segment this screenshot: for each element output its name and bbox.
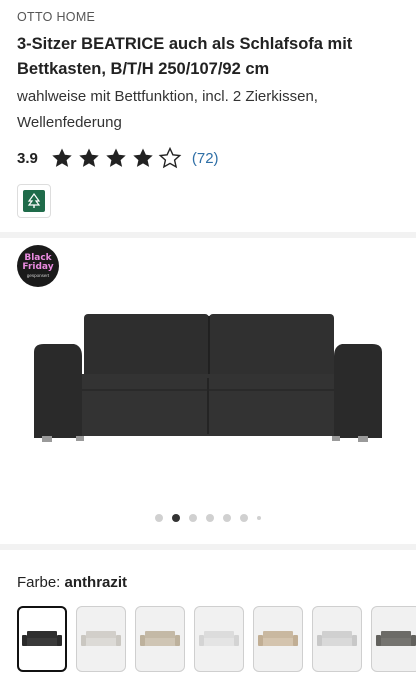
pagination-dot[interactable] [206,514,214,522]
pagination-dot-active[interactable] [172,514,180,522]
color-swatch[interactable] [76,606,126,672]
color-swatch-anthrazit[interactable] [17,606,67,672]
sofa-thumbnail [199,631,239,646]
pagination-dot[interactable] [240,514,248,522]
black-friday-sponsored: gesponsert [26,273,50,278]
rating-count-link[interactable]: (72) [192,150,219,167]
product-subtitle: wahlweise mit Bettfunktion, incl. 2 Zier… [17,88,318,131]
sofa-thumbnail [140,631,180,646]
color-swatch[interactable] [253,606,303,672]
color-swatch[interactable] [135,606,185,672]
pagination-dot[interactable] [223,514,231,522]
section-divider [0,544,416,550]
color-label-prefix: Farbe: [17,574,61,591]
color-swatch[interactable] [312,606,362,672]
color-swatch-list [17,606,416,672]
color-swatch[interactable] [371,606,416,672]
sofa-thumbnail [258,631,298,646]
fsc-badge[interactable] [17,184,51,218]
pagination-dot[interactable] [257,516,261,520]
fsc-tree-icon [23,190,45,212]
star-filled-icon [133,148,153,167]
sofa-thumbnail [22,631,62,646]
gallery-pagination[interactable] [0,514,416,522]
star-empty-icon [158,146,182,169]
black-friday-line-2: Friday [22,262,54,272]
black-friday-badge: Black Friday gesponsert [17,245,59,287]
star-filled-icon [79,148,99,167]
sofa-thumbnail [317,631,357,646]
rating-value: 3.9 [17,149,38,167]
brand-name[interactable]: OTTO HOME [17,10,95,24]
color-swatch[interactable] [194,606,244,672]
pagination-dot[interactable] [155,514,163,522]
color-label: Farbe: anthrazit [17,574,127,591]
selected-color-name: anthrazit [64,574,128,591]
product-title: 3-Sitzer BEATRICE auch als Schlafsofa mi… [17,35,353,78]
sofa-image [34,314,382,442]
product-image-gallery[interactable]: Black Friday gesponsert [0,238,416,540]
rating-row[interactable]: 3.9 (72) [17,144,219,172]
sofa-thumbnail [81,631,121,646]
sofa-thumbnail [376,631,416,646]
star-filled-icon [52,148,72,167]
star-rating [50,146,182,170]
pagination-dot[interactable] [189,514,197,522]
star-filled-icon [106,148,126,167]
